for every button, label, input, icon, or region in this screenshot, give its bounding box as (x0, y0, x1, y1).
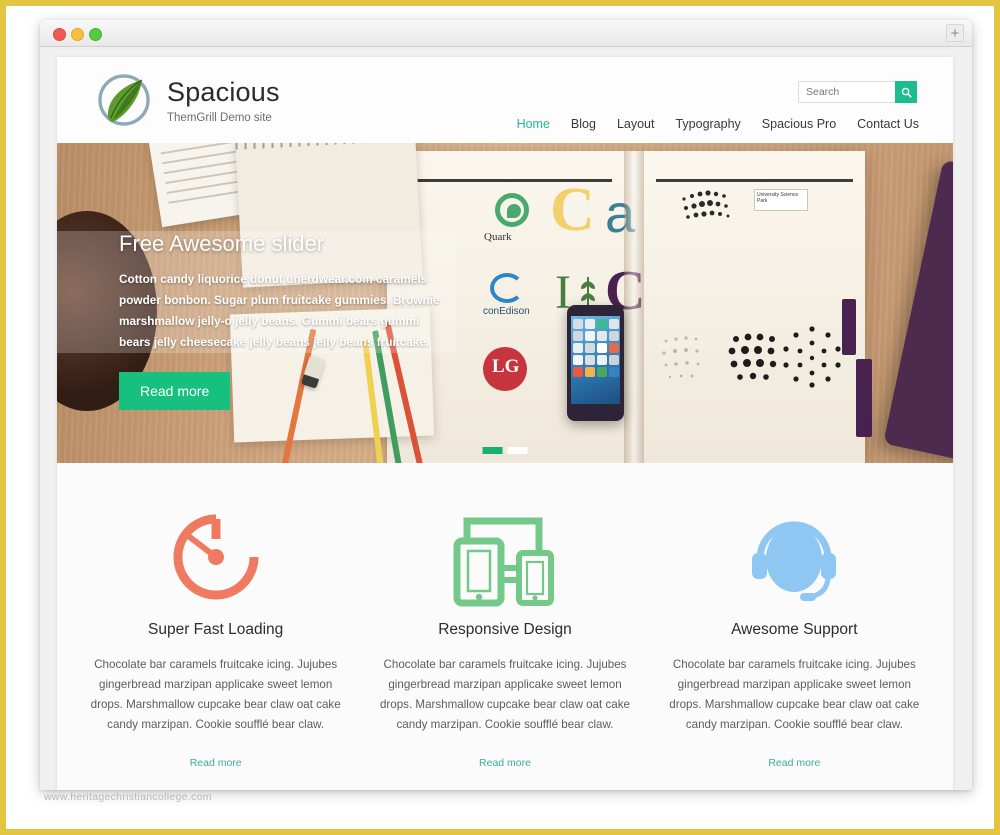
feature-description: Chocolate bar caramels fruitcake icing. … (379, 658, 630, 731)
book-gutter (624, 151, 644, 463)
slide-title: Free Awesome slider (119, 231, 325, 256)
feature-description: Chocolate bar caramels fruitcake icing. … (669, 658, 920, 731)
book-right-page: University Science Park (644, 151, 872, 463)
speedometer-icon (87, 505, 344, 609)
feature-title: Awesome Support (731, 621, 858, 638)
nav-item-home[interactable]: Home (517, 117, 550, 131)
lg-logo-icon (483, 347, 527, 391)
halftone-patterns (662, 190, 841, 388)
feature-awesome-support: Awesome Support Chocolate bar caramels f… (650, 505, 939, 771)
page-viewport: Spacious ThemGrill Demo site Search Home… (40, 47, 972, 790)
browser-title-bar: + (40, 20, 972, 47)
feature-read-more-link[interactable]: Read more (768, 757, 820, 769)
nav-item-spacious-pro[interactable]: Spacious Pro (762, 117, 836, 131)
feature-title: Super Fast Loading (148, 621, 284, 638)
quark-logo-icon (495, 193, 529, 227)
slider-dot-2[interactable] (507, 447, 528, 454)
feature-responsive-design: Responsive Design Chocolate bar caramels… (360, 505, 649, 771)
nav-item-blog[interactable]: Blog (571, 117, 596, 131)
feature-title: Responsive Design (438, 621, 572, 638)
phone-app-grid (573, 319, 619, 377)
bookmark-upper (842, 299, 856, 355)
slide-description: Cotton candy liquorice donut unerdwear.c… (119, 272, 440, 349)
feature-read-more-link[interactable]: Read more (190, 757, 242, 769)
minimize-window-button[interactable] (71, 28, 84, 41)
quark-logo-label: Quark (484, 231, 512, 243)
new-tab-button[interactable]: + (946, 24, 964, 42)
slide-caption: Free Awesome slider Cotton candy liquori… (119, 221, 459, 410)
leaf-logo-icon (95, 71, 153, 129)
outer-gold-frame: + Spacious ThemGrill Demo site Search Ho… (0, 0, 1000, 835)
website-container: Spacious ThemGrill Demo site Search Home… (57, 57, 953, 790)
headset-support-icon (666, 505, 923, 609)
nav-item-contact-us[interactable]: Contact Us (857, 117, 919, 131)
site-tagline: ThemGrill Demo site (167, 111, 272, 124)
smartphone (567, 305, 624, 421)
slider-pagination (482, 447, 528, 454)
search-form (798, 81, 917, 103)
main-navigation: Home Blog Layout Typography Spacious Pro… (517, 117, 919, 131)
search-input[interactable] (798, 81, 895, 103)
slider-dot-1[interactable] (482, 447, 503, 454)
search-icon (901, 87, 911, 97)
conedison-logo-icon (490, 273, 524, 303)
search-submit-button[interactable] (895, 81, 917, 103)
responsive-devices-icon (376, 505, 633, 609)
site-header: Spacious ThemGrill Demo site Search Home… (57, 57, 953, 143)
notebook-spiral (235, 143, 416, 150)
nav-item-typography[interactable]: Typography (675, 117, 740, 131)
letter-c-yellow-icon: C (550, 176, 595, 244)
features-section: Super Fast Loading Chocolate bar caramel… (57, 463, 953, 790)
slide-read-more-button[interactable]: Read more (119, 372, 231, 410)
conedison-logo-label: conEdison (483, 306, 530, 317)
brand[interactable]: Spacious ThemGrill Demo site (95, 71, 280, 129)
close-window-button[interactable] (53, 28, 66, 41)
feature-description: Chocolate bar caramels fruitcake icing. … (90, 658, 341, 731)
watermark-text: www.heritagechristiancollege.com (44, 791, 212, 803)
zoom-window-button[interactable] (89, 28, 102, 41)
phone-screen (571, 316, 620, 404)
browser-window: + Spacious ThemGrill Demo site Search Ho… (40, 20, 972, 790)
nav-item-layout[interactable]: Layout (617, 117, 655, 131)
feature-super-fast-loading: Super Fast Loading Chocolate bar caramel… (71, 505, 360, 771)
site-title: Spacious (167, 76, 280, 107)
brand-text: Spacious ThemGrill Demo site (167, 77, 280, 124)
hero-slider[interactable]: Quark C a conEdison I LG University Scie… (57, 143, 953, 463)
feature-read-more-link[interactable]: Read more (479, 757, 531, 769)
bookmark-lower (856, 359, 872, 437)
